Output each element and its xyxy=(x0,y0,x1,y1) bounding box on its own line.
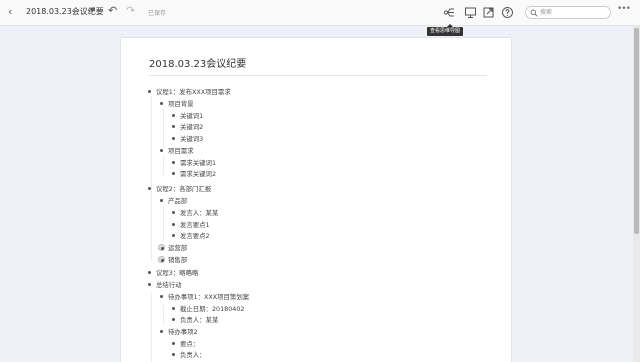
outline-item-text[interactable]: 要点： xyxy=(180,340,199,348)
page-title: 2018.03.23会议纪要 xyxy=(149,59,247,70)
mindmap-tooltip: 查看思维导图 xyxy=(427,24,464,36)
outline-item[interactable]: 负责人： xyxy=(172,351,206,359)
outline-item[interactable]: 发言人：某某 xyxy=(172,209,218,217)
outline-item[interactable]: 议程3：略略略 xyxy=(148,269,198,277)
outline-item[interactable]: 议程1：发布XXX项目需求 xyxy=(148,88,231,96)
outline-item[interactable]: 关键词1 xyxy=(172,112,203,120)
bullet-icon[interactable] xyxy=(172,160,175,164)
bullet-icon[interactable] xyxy=(172,113,175,117)
outline-item-text[interactable]: 截止日期：20180402 xyxy=(180,305,244,313)
bullet-icon[interactable] xyxy=(148,270,151,274)
outline-item[interactable]: 项目背景 xyxy=(160,100,194,108)
indent-guide xyxy=(163,207,164,241)
outline-item-text[interactable]: 项目需求 xyxy=(168,147,194,155)
help-icon[interactable] xyxy=(501,6,514,19)
outline-item[interactable]: 运营部 xyxy=(158,243,187,252)
outline-item[interactable]: 总结行动 xyxy=(148,281,182,289)
outline-item[interactable]: 发言要点2 xyxy=(172,232,210,240)
indent-guide xyxy=(151,195,152,261)
outline-item-text[interactable]: 待办事项1：XXX项目策划案 xyxy=(168,293,249,301)
outline-item[interactable]: 议程2：各部门汇报 xyxy=(148,185,211,193)
outline-item-text[interactable]: 关键词2 xyxy=(180,123,203,131)
outline-item-text[interactable]: 负责人： xyxy=(180,351,206,359)
collapsed-bullet-icon[interactable] xyxy=(158,255,165,263)
bullet-icon[interactable] xyxy=(172,222,175,226)
bullet-icon[interactable] xyxy=(172,317,175,321)
outline-item-text[interactable]: 销售部 xyxy=(168,256,187,264)
outline-item-text[interactable]: 议程3：略略略 xyxy=(156,269,198,277)
bullet-icon[interactable] xyxy=(172,124,175,128)
bullet-icon[interactable] xyxy=(172,136,175,140)
bullet-icon[interactable] xyxy=(160,329,163,333)
search-input[interactable] xyxy=(540,7,608,18)
outline-item-text[interactable]: 议程1：发布XXX项目需求 xyxy=(156,88,231,96)
bullet-icon[interactable] xyxy=(148,282,151,286)
outline-item-text[interactable]: 运营部 xyxy=(168,244,187,252)
outline-item-text[interactable]: 负责人：某某 xyxy=(180,316,218,324)
outline-item[interactable]: 项目需求 xyxy=(160,147,194,155)
save-status: 已保存 xyxy=(148,10,167,17)
outline-item[interactable]: 发言要点1 xyxy=(172,221,210,229)
outline-item-text[interactable]: 项目背景 xyxy=(168,100,194,108)
scrollbar[interactable] xyxy=(633,26,640,362)
indent-guide xyxy=(163,155,164,175)
outline-item-text[interactable]: 发言要点2 xyxy=(180,232,210,240)
bullet-icon[interactable] xyxy=(172,341,175,345)
bullet-icon[interactable] xyxy=(160,294,163,298)
redo-icon[interactable]: ↷ xyxy=(126,4,135,17)
outline-item[interactable]: 产品部 xyxy=(160,197,187,205)
export-icon[interactable] xyxy=(482,6,495,19)
bullet-icon[interactable] xyxy=(160,198,163,202)
mindmap-icon[interactable] xyxy=(443,6,456,19)
bullet-icon[interactable] xyxy=(172,306,175,310)
document-page: 2018.03.23会议纪要 议程1：发布XXX项目需求 项目背景 关键词1 关… xyxy=(121,38,511,362)
outline-item-text[interactable]: 发言人：某某 xyxy=(180,209,218,217)
outline-item[interactable]: 截止日期：20180402 xyxy=(172,305,244,313)
caret-down-icon[interactable]: ▼ xyxy=(90,7,95,14)
outline-item-text[interactable]: 需求关键词1 xyxy=(180,159,216,167)
bullet-icon[interactable] xyxy=(172,210,175,214)
outline-item[interactable]: 关键词3 xyxy=(172,135,203,143)
collapsed-bullet-icon[interactable] xyxy=(158,243,165,251)
outline-item[interactable]: 需求关键词1 xyxy=(172,159,216,167)
outline-item[interactable]: 待办事项1：XXX项目策划案 xyxy=(160,293,249,301)
bullet-icon[interactable] xyxy=(172,352,175,356)
scrollbar-thumb[interactable] xyxy=(634,28,639,234)
outline-item-text[interactable]: 关键词3 xyxy=(180,135,203,143)
outline-item-text[interactable]: 议程2：各部门汇报 xyxy=(156,185,211,193)
outline-item[interactable]: 负责人：某某 xyxy=(172,316,218,324)
more-options-icon[interactable]: ••• xyxy=(617,4,631,14)
outline-item-text[interactable]: 待办事项2 xyxy=(168,328,198,336)
presentation-icon[interactable] xyxy=(464,6,477,19)
bullet-icon[interactable] xyxy=(160,148,163,152)
search-icon xyxy=(530,9,538,17)
outline-item[interactable]: 需求关键词2 xyxy=(172,170,216,178)
search-box[interactable] xyxy=(525,6,611,19)
back-icon[interactable]: ‹ xyxy=(8,5,12,18)
outline-item-text[interactable]: 关键词1 xyxy=(180,112,203,120)
outline-item-text[interactable]: 需求关键词2 xyxy=(180,170,216,178)
bullet-icon[interactable] xyxy=(160,101,163,105)
title-divider xyxy=(149,75,487,76)
outline-item[interactable]: 关键词2 xyxy=(172,123,203,131)
undo-icon[interactable]: ↶ xyxy=(108,4,117,17)
outline-item[interactable]: 待办事项2 xyxy=(160,328,198,336)
bullet-icon[interactable] xyxy=(148,89,151,93)
bullet-icon[interactable] xyxy=(172,233,175,237)
outline-item-text[interactable]: 总结行动 xyxy=(156,281,182,289)
outline-item-text[interactable]: 发言要点1 xyxy=(180,221,210,229)
indent-guide xyxy=(163,108,164,148)
outline-item-text[interactable]: 产品部 xyxy=(168,197,187,205)
indent-guide xyxy=(163,305,164,325)
bullet-icon[interactable] xyxy=(172,171,175,175)
indent-guide xyxy=(151,293,152,362)
outline-item[interactable]: 要点： xyxy=(172,340,199,348)
bullet-icon[interactable] xyxy=(148,186,151,190)
top-toolbar: ‹ 2018.03.23会议纪要 ▼ ↶ ↷ 已保存 ••• xyxy=(0,0,640,26)
outline-item[interactable]: 销售部 xyxy=(158,255,187,264)
